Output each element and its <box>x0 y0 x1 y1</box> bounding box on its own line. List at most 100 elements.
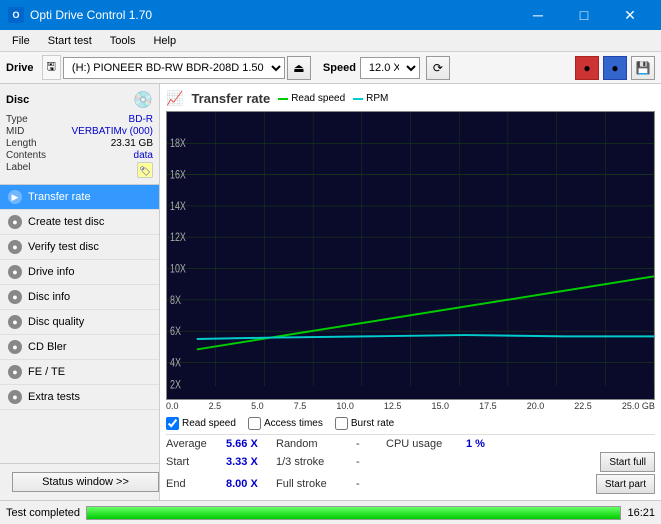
stats-row-3: End 8.00 X Full stroke - Start part <box>166 474 655 494</box>
disc-panel: Disc 💿 Type BD-R MID VERBATIMv (000) Len… <box>0 84 159 185</box>
minimize-button[interactable]: ─ <box>515 0 561 30</box>
stat-random-value: - <box>356 438 386 450</box>
start-full-button[interactable]: Start full <box>600 452 655 472</box>
title-bar-left: O Opti Drive Control 1.70 <box>8 7 152 23</box>
mid-value: VERBATIMv (000) <box>50 126 153 137</box>
verify-test-disc-icon: ● <box>8 240 22 254</box>
x-label-12-5: 12.5 <box>384 401 402 411</box>
refresh-button[interactable]: ⟳ <box>426 56 450 80</box>
eject-button[interactable]: ⏏ <box>287 56 311 80</box>
drive-select[interactable]: (H:) PIONEER BD-RW BDR-208D 1.50 <box>63 57 285 79</box>
stat-full-stroke-value: - <box>356 478 386 490</box>
svg-text:10X: 10X <box>170 263 186 275</box>
x-label-20: 20.0 <box>527 401 545 411</box>
nav-label-verify-test-disc: Verify test disc <box>28 241 99 253</box>
nav-label-cd-bler: CD Bler <box>28 341 67 353</box>
nav-item-verify-test-disc[interactable]: ● Verify test disc <box>0 235 159 260</box>
stat-start-value: 3.33 X <box>226 456 276 468</box>
disc-section-title: Disc <box>6 94 29 106</box>
cd-bler-icon: ● <box>8 340 22 354</box>
svg-text:14X: 14X <box>170 201 186 213</box>
chart-title: Transfer rate <box>191 91 270 106</box>
label-label: Label <box>6 162 46 178</box>
label-value: 🏷 <box>50 162 153 178</box>
status-bar: Test completed 16:21 <box>0 500 661 524</box>
chart-svg: 18X 16X 14X 12X 10X 8X 6X 4X 2X <box>167 112 654 399</box>
stat-cpu-label: CPU usage <box>386 438 466 450</box>
x-label-2-5: 2.5 <box>209 401 222 411</box>
start-part-button[interactable]: Start part <box>596 474 655 494</box>
disc-quality-icon: ● <box>8 315 22 329</box>
extra-tests-icon: ● <box>8 390 22 404</box>
fe-te-icon: ● <box>8 365 22 379</box>
nav-label-extra-tests: Extra tests <box>28 391 80 403</box>
x-label-22-5: 22.5 <box>574 401 592 411</box>
contents-label: Contents <box>6 150 46 161</box>
legend-rpm-label: RPM <box>366 93 388 104</box>
svg-text:12X: 12X <box>170 232 186 244</box>
svg-text:4X: 4X <box>170 357 181 369</box>
x-label-5: 5.0 <box>251 401 264 411</box>
nav-item-transfer-rate[interactable]: ▶ Transfer rate <box>0 185 159 210</box>
menu-file[interactable]: File <box>4 33 38 49</box>
speed-select[interactable]: 12.0 X ↓ <box>360 57 420 79</box>
legend-read-label: Read speed <box>291 93 345 104</box>
nav-item-cd-bler[interactable]: ● CD Bler <box>0 335 159 360</box>
chart-legend: Read speed RPM <box>278 93 388 104</box>
disc-blue-button[interactable]: ● <box>603 56 627 80</box>
status-time: 16:21 <box>627 507 655 519</box>
main-content: 📈 Transfer rate Read speed RPM <box>160 84 661 500</box>
disc-red-button[interactable]: ● <box>575 56 599 80</box>
nav-item-disc-info[interactable]: ● Disc info <box>0 285 159 310</box>
nav-label-disc-quality: Disc quality <box>28 316 84 328</box>
maximize-button[interactable]: □ <box>561 0 607 30</box>
svg-text:2X: 2X <box>170 380 181 392</box>
menu-help[interactable]: Help <box>145 33 184 49</box>
stat-random-label: Random <box>276 438 356 450</box>
drive-info-icon: ● <box>8 265 22 279</box>
svg-text:8X: 8X <box>170 295 181 307</box>
nav-item-drive-info[interactable]: ● Drive info <box>0 260 159 285</box>
x-label-10: 10.0 <box>336 401 354 411</box>
checkbox-burst-rate[interactable]: Burst rate <box>335 417 394 430</box>
legend-read-speed: Read speed <box>278 93 345 104</box>
disc-info-icon: ● <box>8 290 22 304</box>
stat-1-3-stroke-value: - <box>356 456 386 468</box>
save-button[interactable]: 💾 <box>631 56 655 80</box>
x-axis-labels: 0.0 2.5 5.0 7.5 10.0 12.5 15.0 17.5 20.0… <box>166 400 655 413</box>
x-label-25: 25.0 GB <box>622 401 655 411</box>
checkbox-access-times[interactable]: Access times <box>248 417 323 430</box>
disc-icon: 💿 <box>133 90 153 110</box>
checkbox-read-speed[interactable]: Read speed <box>166 417 236 430</box>
close-button[interactable]: ✕ <box>607 0 653 30</box>
progress-bar <box>87 507 620 519</box>
chart-area: 18X 16X 14X 12X 10X 8X 6X 4X 2X <box>166 111 655 400</box>
stat-average-label: Average <box>166 438 226 450</box>
stats-section: Average 5.66 X Random - CPU usage 1 % St… <box>166 434 655 494</box>
svg-text:6X: 6X <box>170 326 181 338</box>
legend-rpm-dot <box>353 98 363 100</box>
menu-tools[interactable]: Tools <box>102 33 144 49</box>
sidebar: Disc 💿 Type BD-R MID VERBATIMv (000) Len… <box>0 84 160 500</box>
nav-label-transfer-rate: Transfer rate <box>28 191 91 203</box>
x-label-17-5: 17.5 <box>479 401 497 411</box>
menu-start-test[interactable]: Start test <box>40 33 100 49</box>
svg-text:16X: 16X <box>170 170 186 182</box>
main-layout: Disc 💿 Type BD-R MID VERBATIMv (000) Len… <box>0 84 661 500</box>
nav-item-create-test-disc[interactable]: ● Create test disc <box>0 210 159 235</box>
chart-header: 📈 Transfer rate Read speed RPM <box>166 90 655 107</box>
mid-label: MID <box>6 126 46 137</box>
title-bar-controls: ─ □ ✕ <box>515 0 653 30</box>
nav-item-fe-te[interactable]: ● FE / TE <box>0 360 159 385</box>
progress-bar-container <box>86 506 621 520</box>
length-label: Length <box>6 138 46 149</box>
stat-1-3-stroke-label: 1/3 stroke <box>276 456 356 468</box>
nav-item-extra-tests[interactable]: ● Extra tests <box>0 385 159 410</box>
stats-row-1: Average 5.66 X Random - CPU usage 1 % <box>166 438 655 450</box>
type-label: Type <box>6 114 46 125</box>
length-value: 23.31 GB <box>50 138 153 149</box>
chart-checkboxes: Read speed Access times Burst rate <box>166 413 655 434</box>
type-value: BD-R <box>50 114 153 125</box>
nav-item-disc-quality[interactable]: ● Disc quality <box>0 310 159 335</box>
status-window-button[interactable]: Status window >> <box>12 472 159 492</box>
